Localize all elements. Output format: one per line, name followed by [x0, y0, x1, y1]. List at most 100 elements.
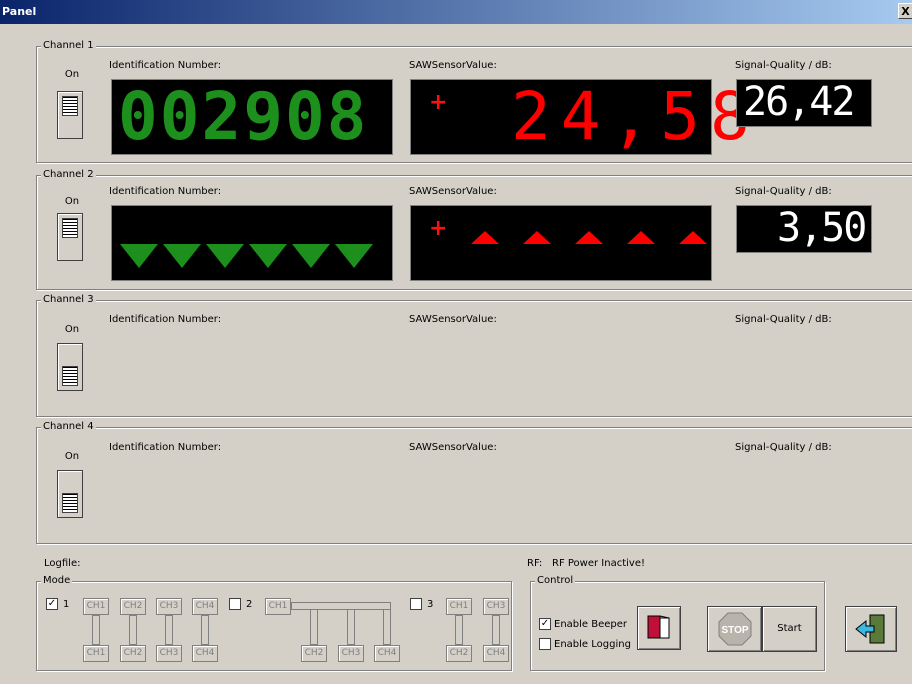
channel-2-id-label: Identification Number: [109, 186, 222, 197]
switch-knob [62, 366, 78, 386]
channel-2-saw-dash [523, 231, 551, 244]
channel-3-group: Channel 3 On Identification Number: SAWS… [36, 294, 912, 417]
channel-3-sq-label: Signal-Quality / dB: [735, 314, 832, 325]
mode1-link [92, 615, 100, 645]
channel-2-title: Channel 2 [41, 169, 96, 181]
close-button[interactable]: X [898, 3, 912, 19]
channel-2-saw-label: SAWSensorValue: [409, 186, 497, 197]
channel-1-id-value: 002908 [118, 78, 369, 155]
mode2-ch2-bottom: CH2 [301, 645, 327, 662]
channel-2-saw-dash [575, 231, 603, 244]
channel-2-on-label: On [64, 196, 80, 207]
channel-2-id-dash [163, 244, 201, 268]
channel-1-switch[interactable] [57, 91, 83, 139]
channel-2-id-dash [120, 244, 158, 268]
mode1-ch4-top: CH4 [192, 598, 218, 615]
channel-1-sq-label: Signal-Quality / dB: [735, 60, 832, 71]
mode3-ch1-top: CH1 [446, 598, 472, 615]
window-title: Panel [2, 5, 37, 18]
channel-2-id-dash [292, 244, 330, 268]
mode2-ch3-bottom: CH3 [338, 645, 364, 662]
switch-knob [62, 493, 78, 513]
mode1-link [165, 615, 173, 645]
mode2-link [347, 609, 355, 645]
start-button[interactable]: Start [762, 606, 817, 652]
channel-1-saw-label: SAWSensorValue: [409, 60, 497, 71]
channel-3-title: Channel 3 [41, 294, 96, 306]
mode-3-label: 3 [427, 599, 434, 610]
mode2-ch4-bottom: CH4 [374, 645, 400, 662]
mode1-ch1-top: CH1 [83, 598, 109, 615]
channel-3-saw-label: SAWSensorValue: [409, 314, 497, 325]
mode3-ch3-top: CH3 [483, 598, 509, 615]
switch-knob [62, 96, 78, 116]
channel-2-id-dash [249, 244, 287, 268]
exit-button[interactable] [845, 606, 897, 652]
logfile-label: Logfile: [44, 558, 81, 569]
start-label: Start [777, 623, 802, 634]
channel-3-id-label: Identification Number: [109, 314, 222, 325]
channel-2-saw-dash [679, 231, 707, 244]
mode3-ch4-bottom: CH4 [483, 645, 509, 662]
stop-icon: STOP [718, 612, 751, 646]
mode-1-checkbox[interactable]: ✓ [46, 598, 58, 610]
channel-1-sq-value: 26,42 [743, 79, 855, 125]
channel-2-switch[interactable] [57, 213, 83, 261]
channel-4-saw-label: SAWSensorValue: [409, 442, 497, 453]
channel-2-sq-value: 3,50 [777, 205, 867, 251]
mode3-link [492, 615, 500, 645]
channel-4-id-label: Identification Number: [109, 442, 222, 453]
exit-door-icon [855, 614, 885, 644]
enable-logging-checkbox[interactable] [539, 638, 551, 650]
channel-4-switch[interactable] [57, 470, 83, 518]
channel-1-title: Channel 1 [41, 40, 96, 52]
channel-4-title: Channel 4 [41, 421, 96, 433]
channel-2-id-dash [206, 244, 244, 268]
channel-1-on-label: On [64, 69, 80, 80]
channel-2-saw-display: + [410, 205, 712, 281]
channel-2-saw-dash [627, 231, 655, 244]
control-group: Control ✓ Enable Beeper Enable Logging S… [530, 575, 825, 671]
channel-1-saw-sign: + [429, 90, 448, 115]
channel-3-on-label: On [64, 324, 80, 335]
rf-status: RF Power Inactive! [552, 558, 645, 569]
channel-2-sq-display: 3,50 [736, 205, 872, 253]
mode1-ch3-bottom: CH3 [156, 645, 182, 662]
channel-2-sq-label: Signal-Quality / dB: [735, 186, 832, 197]
book-icon [647, 615, 670, 639]
channel-1-id-display: 002908 [111, 79, 393, 155]
channel-1-group: Channel 1 On Identification Number: SAWS… [36, 40, 912, 163]
channel-4-on-label: On [64, 451, 80, 462]
stop-button[interactable]: STOP [707, 606, 762, 652]
stop-label: STOP [721, 625, 748, 636]
channel-1-id-label: Identification Number: [109, 60, 222, 71]
mode2-link [383, 609, 391, 645]
mode2-ch1-top: CH1 [265, 598, 291, 615]
channel-2-group: Channel 2 On Identification Number: SAWS… [36, 169, 912, 290]
mode-2-checkbox[interactable] [229, 598, 241, 610]
mode1-ch4-bottom: CH4 [192, 645, 218, 662]
mode-2-label: 2 [246, 599, 253, 610]
channel-2-saw-dash [471, 231, 499, 244]
mode3-link [455, 615, 463, 645]
control-title: Control [535, 575, 576, 587]
mode3-ch2-bottom: CH2 [446, 645, 472, 662]
mode1-ch1-bottom: CH1 [83, 645, 109, 662]
mode1-ch2-top: CH2 [120, 598, 146, 615]
enable-beeper-checkbox[interactable]: ✓ [539, 618, 551, 630]
mode-1-label: 1 [63, 599, 70, 610]
logbook-button[interactable] [637, 606, 681, 650]
enable-beeper-label: Enable Beeper [554, 619, 628, 630]
title-bar: Panel X [0, 0, 912, 24]
mode1-link [201, 615, 209, 645]
mode-group: Mode ✓ 1 CH1 CH2 CH3 CH4 CH1 CH2 CH3 CH4 … [36, 575, 512, 671]
channel-2-saw-sign: + [429, 216, 448, 241]
channel-2-id-display [111, 205, 393, 281]
mode-3-checkbox[interactable] [410, 598, 422, 610]
mode1-link [129, 615, 137, 645]
channel-3-switch[interactable] [57, 343, 83, 391]
mode-title: Mode [41, 575, 73, 587]
channel-2-id-dash [335, 244, 373, 268]
rf-label: RF: [527, 558, 543, 569]
channel-4-sq-label: Signal-Quality / dB: [735, 442, 832, 453]
